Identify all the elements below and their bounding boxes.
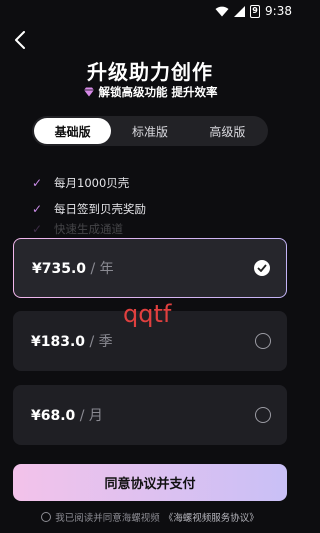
tab-premium[interactable]: 高级版: [189, 118, 266, 144]
feature-item: ✓ 快速生成通道: [32, 222, 146, 236]
plan-separator: /: [86, 261, 100, 277]
plan-price: ¥68.0: [31, 408, 76, 424]
plan-unit: 月: [88, 408, 103, 424]
plan-unit: 季: [98, 334, 113, 350]
plan-price-line: ¥735.0 / 年: [32, 258, 114, 278]
agree-and-pay-button[interactable]: 同意协议并支付: [13, 464, 287, 501]
plan-price-line: ¥68.0 / 月: [31, 405, 103, 425]
plan-price: ¥183.0: [31, 334, 86, 350]
plan-separator: /: [75, 408, 89, 424]
plan-price-line: ¥183.0 / 季: [31, 331, 113, 351]
plan-option-monthly[interactable]: ¥68.0 / 月: [13, 385, 287, 445]
page-title: 升级助力创作: [87, 60, 213, 84]
battery-level: 9: [252, 6, 258, 15]
service-agreement-link[interactable]: 《海螺视频服务协议》: [164, 510, 259, 524]
wifi-icon: [215, 6, 229, 17]
battery-icon: 9: [250, 4, 261, 18]
diamond-icon: [83, 87, 94, 97]
tab-standard[interactable]: 标准版: [111, 118, 188, 144]
check-icon: ✓: [32, 222, 43, 236]
subtitle-prefix: 解锁高级功能: [98, 85, 168, 99]
status-bar: 9 9:38: [0, 0, 300, 22]
check-icon: ✓: [32, 176, 43, 190]
subtitle-suffix: 提升效率: [171, 85, 218, 99]
feature-text: 每月1000贝壳: [54, 176, 130, 190]
plan-unit: 年: [99, 261, 114, 277]
feature-list: ✓ 每月1000贝壳 ✓ 每日签到贝壳奖励 ✓ 快速生成通道: [32, 170, 146, 236]
signal-icon: [234, 5, 246, 17]
agreement-prefix: 我已阅读并同意海螺视频: [55, 513, 160, 524]
plan-price: ¥735.0: [32, 261, 87, 277]
page-subtitle: 解锁高级功能 提升效率: [0, 84, 300, 100]
back-button[interactable]: [10, 30, 30, 50]
feature-text: 快速生成通道: [54, 222, 123, 236]
radio-icon[interactable]: [255, 407, 271, 423]
watermark-text: qqtf: [123, 300, 172, 328]
status-time: 9:38: [265, 4, 292, 18]
plan-tier-tabs: 基础版 标准版 高级版: [32, 116, 268, 146]
back-icon: [15, 31, 25, 49]
check-icon: ✓: [32, 202, 43, 216]
tab-basic[interactable]: 基础版: [34, 118, 112, 144]
plan-separator: /: [85, 334, 99, 350]
plan-option-yearly[interactable]: ¥735.0 / 年: [13, 238, 287, 298]
feature-text: 每日签到贝壳奖励: [54, 202, 146, 216]
radio-icon[interactable]: [255, 333, 271, 349]
feature-item: ✓ 每日签到贝壳奖励: [32, 196, 146, 222]
agreement-row: 我已阅读并同意海螺视频 《海螺视频服务协议》: [0, 510, 300, 524]
agreement-checkbox[interactable]: [41, 512, 52, 522]
feature-item: ✓ 每月1000贝壳: [32, 170, 146, 196]
radio-selected-icon[interactable]: [254, 260, 270, 276]
